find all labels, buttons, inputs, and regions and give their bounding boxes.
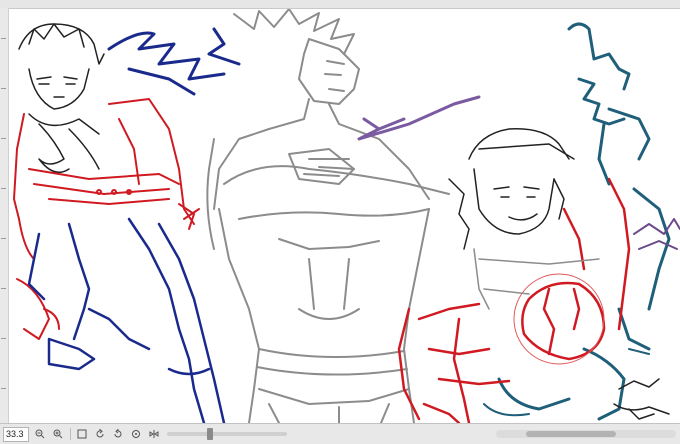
status-bar: 33.3 (0, 423, 680, 444)
zoom-out-icon[interactable] (33, 427, 47, 441)
fit-icon[interactable] (75, 427, 89, 441)
zoom-level-field[interactable]: 33.3 (3, 426, 29, 442)
rotation-slider[interactable] (167, 428, 287, 440)
ruler-tick (1, 388, 6, 389)
zoom-in-icon[interactable] (51, 427, 65, 441)
divider (70, 428, 71, 440)
top-toolbar-strip (0, 0, 680, 9)
horizontal-scrollbar[interactable] (496, 430, 676, 438)
flip-icon[interactable] (147, 427, 161, 441)
ruler-tick (1, 288, 6, 289)
gray-character-sketch (206, 9, 450, 423)
ruler-tick (1, 38, 6, 39)
sketch-artwork (13, 9, 680, 423)
ruler-tick (1, 338, 6, 339)
ruler-tick (1, 88, 6, 89)
left-ruler (0, 8, 9, 423)
ruler-tick (1, 188, 6, 189)
rotate-left-icon[interactable] (93, 427, 107, 441)
right-character-sketch (397, 22, 680, 423)
left-character-sketch (13, 23, 241, 423)
ruler-tick (1, 138, 6, 139)
construction-circle (513, 273, 605, 365)
rotate-right-icon[interactable] (111, 427, 125, 441)
purple-lightning-stroke (357, 95, 481, 141)
scrollbar-thumb[interactable] (526, 431, 616, 437)
drawing-canvas[interactable] (9, 9, 680, 423)
reset-icon[interactable] (129, 427, 143, 441)
ruler-tick (1, 238, 6, 239)
slider-thumb[interactable] (207, 428, 213, 440)
